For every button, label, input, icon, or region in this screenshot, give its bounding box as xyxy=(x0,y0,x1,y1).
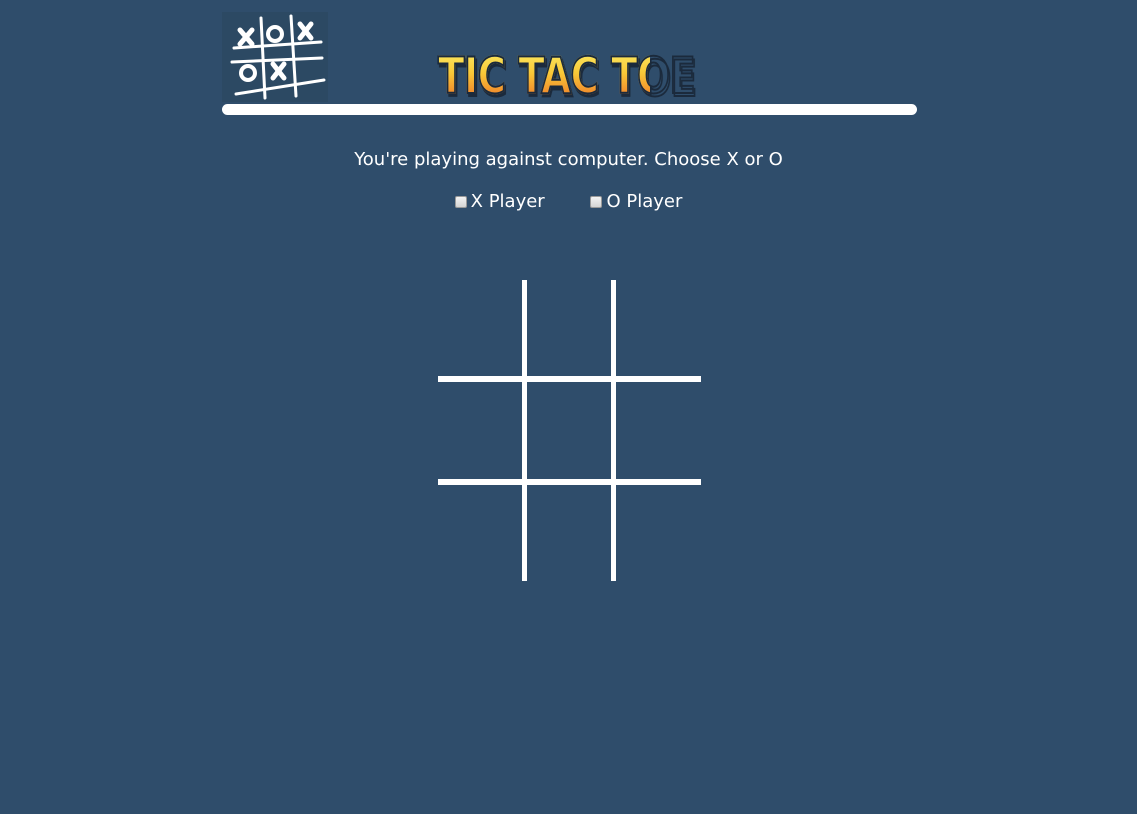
board-cell-7[interactable] xyxy=(438,482,525,581)
board-vertical-line-1 xyxy=(522,280,527,581)
board-cell-9[interactable] xyxy=(613,482,701,581)
board-vertical-line-2 xyxy=(611,280,616,581)
board-cell-5[interactable] xyxy=(525,379,613,482)
board-horizontal-line-2 xyxy=(438,479,701,485)
o-player-option[interactable]: O Player xyxy=(590,189,682,215)
board-cell-8[interactable] xyxy=(525,482,613,581)
board-cell-4[interactable] xyxy=(438,379,525,482)
tic-tac-toe-logo-icon xyxy=(222,12,328,102)
board-cell-6[interactable] xyxy=(613,379,701,482)
x-player-checkbox[interactable] xyxy=(454,196,467,208)
game-title: TIC TAC TOE xyxy=(437,46,696,106)
instruction-text: You're playing against computer. Choose … xyxy=(354,149,783,170)
board-cell-2[interactable] xyxy=(525,280,613,379)
x-player-option[interactable]: X Player xyxy=(454,189,545,215)
header-divider xyxy=(222,104,917,115)
x-player-label: X Player xyxy=(470,191,545,212)
board-cell-3[interactable] xyxy=(613,280,701,379)
page: TIC TAC TOE You're playing against compu… xyxy=(0,0,1137,814)
board-cell-1[interactable] xyxy=(438,280,525,379)
board-horizontal-line-1 xyxy=(438,376,701,382)
o-player-checkbox[interactable] xyxy=(590,196,603,208)
player-choice-group: X Player O Player xyxy=(0,189,1137,216)
o-player-label: O Player xyxy=(606,191,683,212)
game-board xyxy=(438,280,701,581)
